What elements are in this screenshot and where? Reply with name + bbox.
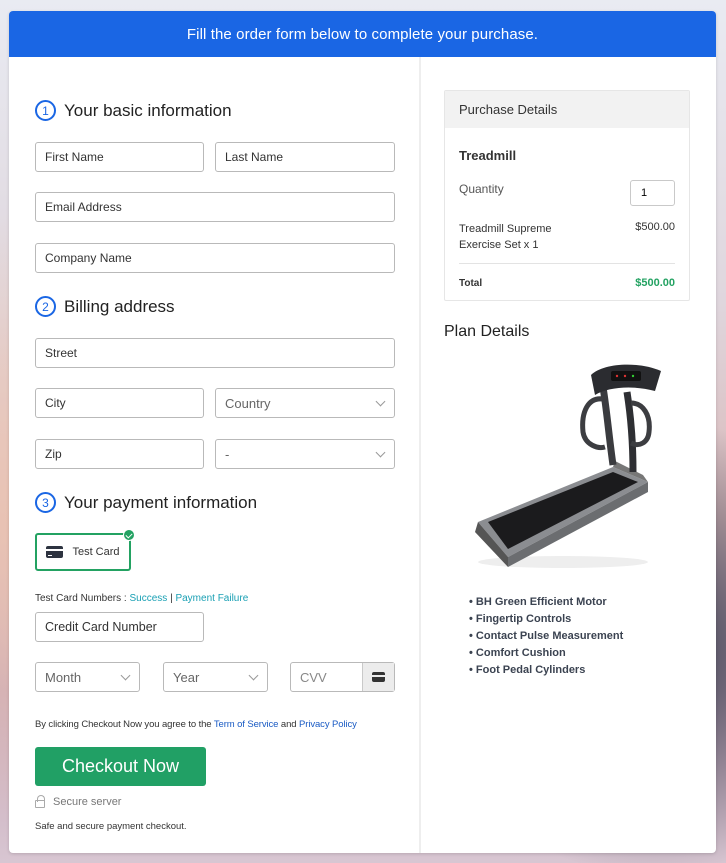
section-basic-info-title: 1 Your basic information xyxy=(35,100,232,121)
year-select[interactable]: Year xyxy=(163,662,268,692)
order-form-card: Fill the order form below to complete yo… xyxy=(9,11,716,853)
test-card-numbers: Test Card Numbers : Success | Payment Fa… xyxy=(35,593,248,604)
banner: Fill the order form below to complete yo… xyxy=(9,11,716,57)
summary-column: Purchase Details Treadmill Quantity 1 Tr… xyxy=(423,57,716,853)
test-card-numbers-label: Test Card Numbers : xyxy=(35,593,127,604)
first-name-input[interactable]: First Name xyxy=(35,142,204,172)
product-name: Treadmill xyxy=(459,148,517,163)
feature-item: BH Green Efficient Motor xyxy=(469,594,623,611)
total-label: Total xyxy=(459,278,483,289)
payment-method-test-card[interactable]: Test Card xyxy=(35,529,135,571)
city-input[interactable]: City xyxy=(35,388,204,418)
section-title-text: Your payment information xyxy=(64,492,258,512)
email-input[interactable]: Email Address xyxy=(35,192,395,222)
quantity-label: Quantity xyxy=(459,182,504,196)
cvv-help-button[interactable] xyxy=(362,663,394,691)
line-item-name-line2: Exercise Set x 1 xyxy=(459,239,539,251)
checkout-now-button[interactable]: Checkout Now xyxy=(35,747,206,786)
plan-features-list: BH Green Efficient Motor Fingertip Contr… xyxy=(469,594,623,679)
line-item-name: Treadmill Supreme Exercise Set x 1 xyxy=(459,221,552,253)
section-billing-title: 2 Billing address xyxy=(35,296,175,317)
chevron-down-icon xyxy=(375,447,386,458)
secure-server-label: Secure server xyxy=(53,796,122,808)
country-select[interactable]: Country xyxy=(215,388,395,418)
payment-failure-link[interactable]: Payment Failure xyxy=(175,593,248,604)
safe-checkout-note: Safe and secure payment checkout. xyxy=(35,821,187,832)
cvv-input[interactable]: CVV xyxy=(290,662,395,692)
agreement-and: and xyxy=(280,719,297,730)
quantity-input[interactable]: 1 xyxy=(630,180,675,206)
last-name-input[interactable]: Last Name xyxy=(215,142,395,172)
feature-item: Foot Pedal Cylinders xyxy=(469,662,623,679)
month-select-value: Month xyxy=(45,669,82,685)
check-circle-icon xyxy=(123,529,135,541)
plan-details-title: Plan Details xyxy=(444,323,530,340)
secure-server-note: Secure server xyxy=(35,795,122,808)
terms-of-service-link[interactable]: Term of Service xyxy=(214,719,279,730)
step-number-1: 1 xyxy=(35,100,56,121)
chevron-down-icon xyxy=(248,670,259,681)
separator: | xyxy=(170,593,173,604)
year-select-value: Year xyxy=(173,669,200,685)
agreement-prefix: By clicking Checkout Now you agree to th… xyxy=(35,719,212,730)
banner-text: Fill the order form below to complete yo… xyxy=(186,25,539,43)
lock-icon xyxy=(35,795,45,808)
zip-input[interactable]: Zip xyxy=(35,439,204,469)
line-item-price: $500.00 xyxy=(635,221,675,233)
purchase-details-header: Purchase Details xyxy=(445,91,689,128)
agreement-text: By clicking Checkout Now you agree to th… xyxy=(35,719,357,730)
chevron-down-icon xyxy=(375,396,386,407)
success-link[interactable]: Success xyxy=(129,593,167,604)
line-item-name-line1: Treadmill Supreme xyxy=(459,223,552,235)
state-select[interactable]: - xyxy=(215,439,395,469)
month-select[interactable]: Month xyxy=(35,662,140,692)
feature-item: Contact Pulse Measurement xyxy=(469,628,623,645)
privacy-policy-link[interactable]: Privacy Policy xyxy=(299,719,357,730)
step-number-2: 2 xyxy=(35,296,56,317)
section-title-text: Your basic information xyxy=(64,100,232,120)
company-name-input[interactable]: Company Name xyxy=(35,243,395,273)
section-payment-title: 3 Your payment information xyxy=(35,492,257,513)
cvv-placeholder: CVV xyxy=(300,669,327,685)
form-column: 1 Your basic information First Name Last… xyxy=(9,57,421,853)
credit-card-number-input[interactable]: Credit Card Number xyxy=(35,612,204,642)
street-input[interactable]: Street xyxy=(35,338,395,368)
country-select-value: Country xyxy=(225,395,271,411)
purchase-details-panel: Purchase Details Treadmill Quantity 1 Tr… xyxy=(444,90,690,301)
divider xyxy=(459,263,675,264)
section-title-text: Billing address xyxy=(64,296,175,316)
feature-item: Fingertip Controls xyxy=(469,611,623,628)
step-number-3: 3 xyxy=(35,492,56,513)
treadmill-product-image xyxy=(475,364,661,568)
credit-card-icon xyxy=(372,672,385,682)
payment-method-label: Test Card xyxy=(72,546,120,558)
chevron-down-icon xyxy=(120,670,131,681)
state-select-value: - xyxy=(225,446,230,462)
credit-card-icon xyxy=(46,546,64,558)
total-value: $500.00 xyxy=(635,277,675,289)
feature-item: Comfort Cushion xyxy=(469,645,623,662)
